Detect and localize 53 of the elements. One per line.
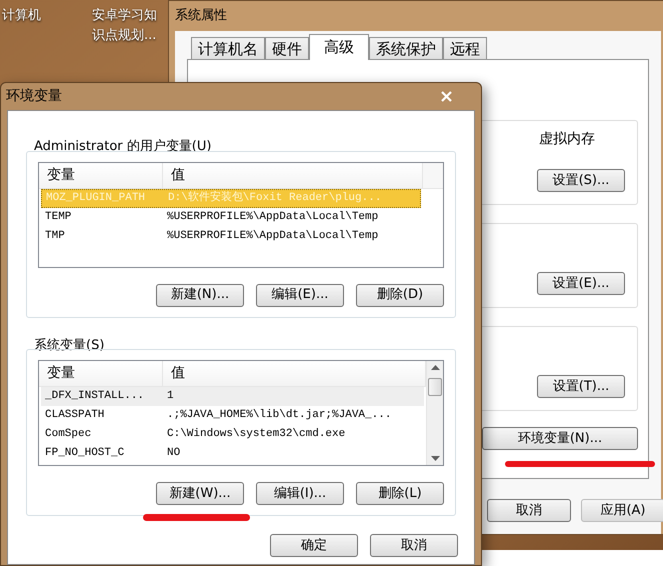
tab[interactable]: 远程 (443, 37, 487, 59)
list-action-button[interactable]: 编辑(E)... (256, 284, 344, 306)
variable-value: C:\Windows\system32\cmd.exe (166, 427, 346, 442)
list-row[interactable]: _DFX_INSTALL... 1 (41, 387, 424, 406)
variable-value: D:\软件安装包\Foxit Reader\plug... (167, 190, 382, 206)
list-action-button[interactable]: 删除(D) (356, 284, 444, 306)
desktop-icon-label[interactable]: 计算机 (2, 6, 52, 46)
dialog-button[interactable]: 确定 (270, 534, 358, 557)
dialog-button[interactable]: 取消 (370, 534, 458, 557)
list-action-button[interactable]: 新建(N)... (156, 284, 244, 306)
variable-list[interactable]: 变量 值 MOZ_PLUGIN_PATH D:\软件安装包\Foxit Reader\plug... TEMP %USERPROFILE%\AppData\Local\Temp TMP %USERPROFILE%\AppData\Local\Temp (38, 162, 444, 268)
variable-value: %USERPROFILE%\AppData\Local\Temp (166, 228, 380, 244)
column-header[interactable]: 变量 (39, 162, 163, 188)
tab[interactable]: 高级 (309, 34, 369, 60)
scroll-up-icon[interactable] (430, 365, 440, 370)
variable-value: %USERPROFILE%\AppData\Local\Temp (166, 210, 380, 225)
window-title: 环境变量 (6, 87, 62, 106)
variable-name: FP_NO_HOST_C (44, 446, 126, 462)
window-title: 系统属性 (175, 7, 227, 26)
list-row[interactable]: TEMP %USERPROFILE%\AppData\Local\Temp (41, 208, 421, 226)
tab[interactable]: 系统保护 (369, 37, 443, 59)
header-filler (423, 162, 443, 188)
close-icon[interactable] (441, 91, 452, 102)
list-row[interactable]: CLASSPATH .;%JAVA_HOME%\lib\dt.jar;%JAVA_... (41, 406, 424, 425)
settings-button[interactable]: 设置(E)... (537, 272, 625, 295)
variable-list[interactable]: 变量 值 _DFX_INSTALL... 1 CLASSPATH .;%JAVA_HOME%\lib\dt.jar;%JAVA_... ComSpec C:\Windows\system32\cmd.exe FP_NO_HOST_C NO (38, 360, 444, 466)
list-action-button[interactable]: 新建(W)... (156, 482, 244, 505)
variable-value: .;%JAVA_HOME%\lib\dt.jar;%JAVA_... (166, 408, 392, 424)
list-row[interactable]: FP_NO_HOST_C NO (41, 444, 424, 463)
tab[interactable]: 硬件 (265, 37, 309, 59)
scrollbar[interactable] (426, 361, 443, 465)
dialog-button[interactable]: 取消 (487, 499, 571, 522)
environment-variables-button[interactable]: 环境变量(N)... (482, 427, 638, 450)
tab[interactable]: 计算机名 (191, 37, 265, 59)
list-action-button[interactable]: 删除(L) (356, 482, 444, 505)
list-row[interactable]: TMP %USERPROFILE%\AppData\Local\Temp (41, 226, 421, 246)
variable-name: CLASSPATH (44, 408, 106, 424)
group-text: 虚拟内存 (539, 130, 595, 149)
scroll-down-icon[interactable] (430, 456, 440, 461)
variable-value: NO (166, 446, 182, 462)
settings-button[interactable]: 设置(T)... (537, 375, 625, 398)
variable-name: TMP (44, 228, 66, 244)
variable-name: _DFX_INSTALL... (44, 389, 146, 404)
desktop-icon-label[interactable]: 安卓学习知识点规划... (92, 6, 162, 46)
variable-name: TEMP (44, 210, 72, 225)
list-row[interactable]: ComSpec C:\Windows\system32\cmd.exe (41, 425, 424, 444)
variable-name: MOZ_PLUGIN_PATH (45, 190, 146, 206)
scroll-thumb[interactable] (428, 378, 442, 396)
variable-value: 1 (166, 389, 175, 404)
list-action-button[interactable]: 编辑(I)... (256, 482, 344, 505)
column-header[interactable]: 变量 (39, 361, 163, 386)
settings-button[interactable]: 设置(S)... (537, 169, 625, 192)
variable-name: ComSpec (44, 427, 92, 442)
